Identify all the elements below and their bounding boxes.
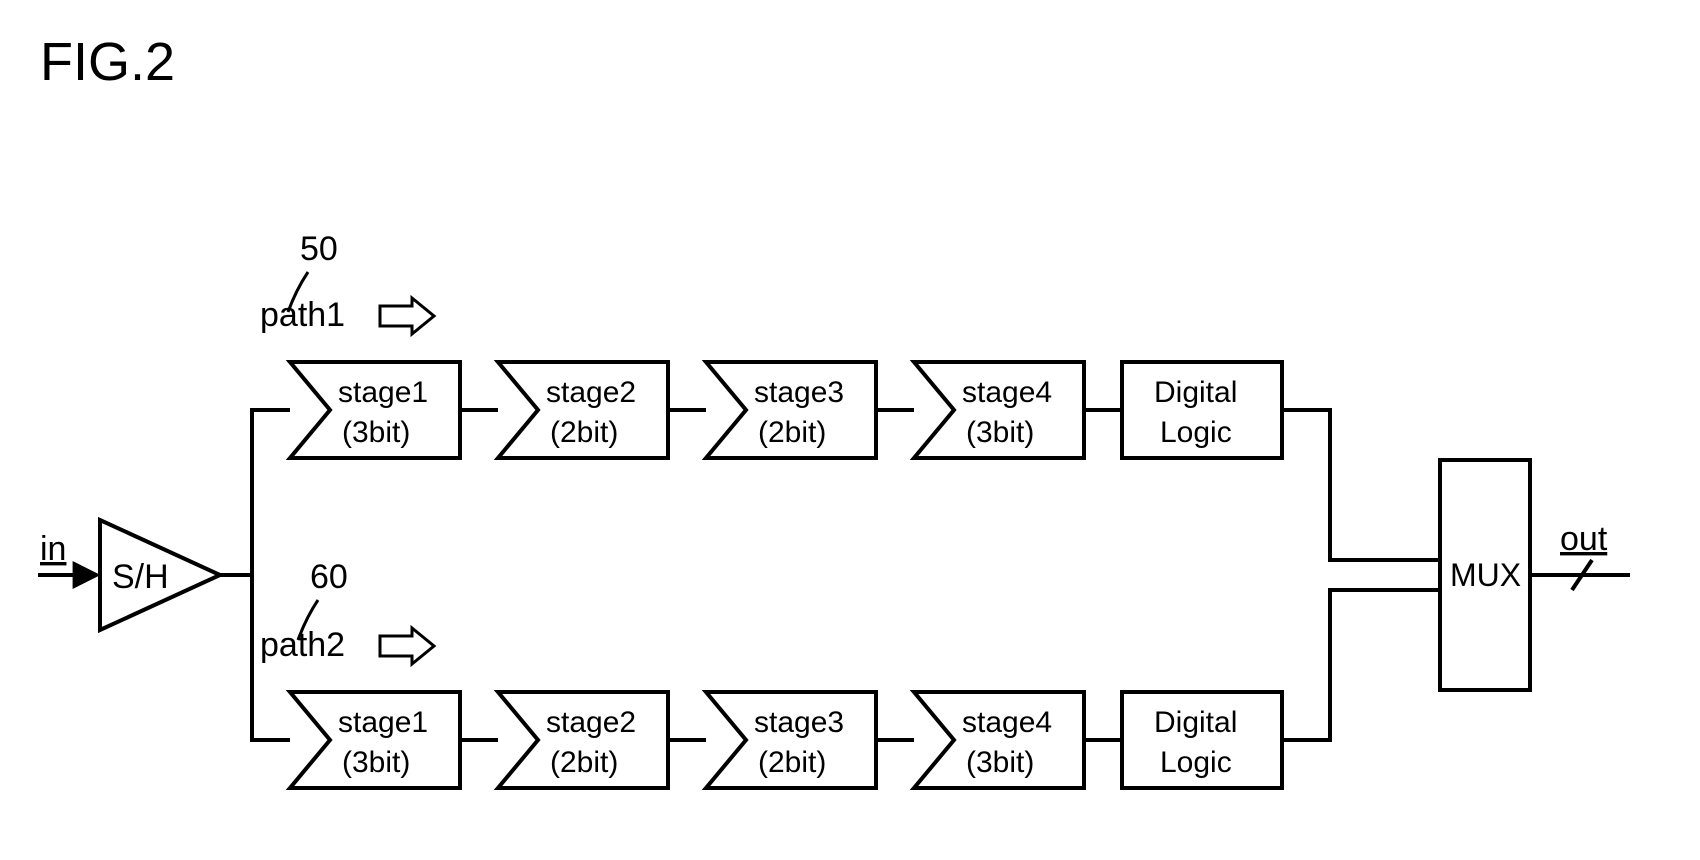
figure-label: FIG.2 [40,32,175,92]
stage-bits: (3bit) [342,746,410,779]
path2-label: path2 [260,626,345,664]
stage-name: stage1 [338,706,428,739]
dl-line1: Digital [1154,376,1237,409]
merge-wire-bot [1282,590,1440,740]
path2-ref: 60 [310,558,348,596]
stage-bits: (2bit) [758,746,826,779]
stage-bits: (3bit) [966,746,1034,779]
path1-label: path1 [260,296,345,334]
stage-block: stage3 (2bit) [706,692,876,788]
stage-name: stage3 [754,706,844,739]
digital-logic-block: Digital Logic [1122,362,1282,458]
stage-block: stage1 (3bit) [290,362,460,458]
dl-line2: Logic [1160,746,1232,779]
mux-block: MUX [1440,460,1530,690]
output-label: out [1560,520,1608,558]
stage-name: stage3 [754,376,844,409]
path1-arrow-icon [380,298,434,334]
stage-bits: (2bit) [758,416,826,449]
stage-block: stage2 (2bit) [498,362,668,458]
stage-block: stage1 (3bit) [290,692,460,788]
stage-name: stage2 [546,376,636,409]
diagram-canvas: FIG.2 in S/H 50 path1 60 path2 stage1 (3… [0,0,1700,860]
stage-name: stage2 [546,706,636,739]
mux-label: MUX [1450,557,1521,593]
stage-block: stage4 (3bit) [914,362,1084,458]
stage-bits: (2bit) [550,746,618,779]
stage-name: stage4 [962,706,1052,739]
path2-arrow-icon [380,628,434,664]
stage-bits: (3bit) [966,416,1034,449]
stage-bits: (3bit) [342,416,410,449]
dl-line1: Digital [1154,706,1237,739]
digital-logic-block: Digital Logic [1122,692,1282,788]
dl-line2: Logic [1160,416,1232,449]
split-wire [220,410,290,740]
stage-bits: (2bit) [550,416,618,449]
input-label: in [40,530,66,568]
merge-wire-top [1282,410,1440,560]
path1-ref: 50 [300,230,338,268]
stage-block: stage4 (3bit) [914,692,1084,788]
stage-name: stage4 [962,376,1052,409]
sh-label: S/H [112,558,169,596]
stage-block: stage3 (2bit) [706,362,876,458]
stage-name: stage1 [338,376,428,409]
stage-block: stage2 (2bit) [498,692,668,788]
sample-hold-block: S/H [100,520,220,630]
